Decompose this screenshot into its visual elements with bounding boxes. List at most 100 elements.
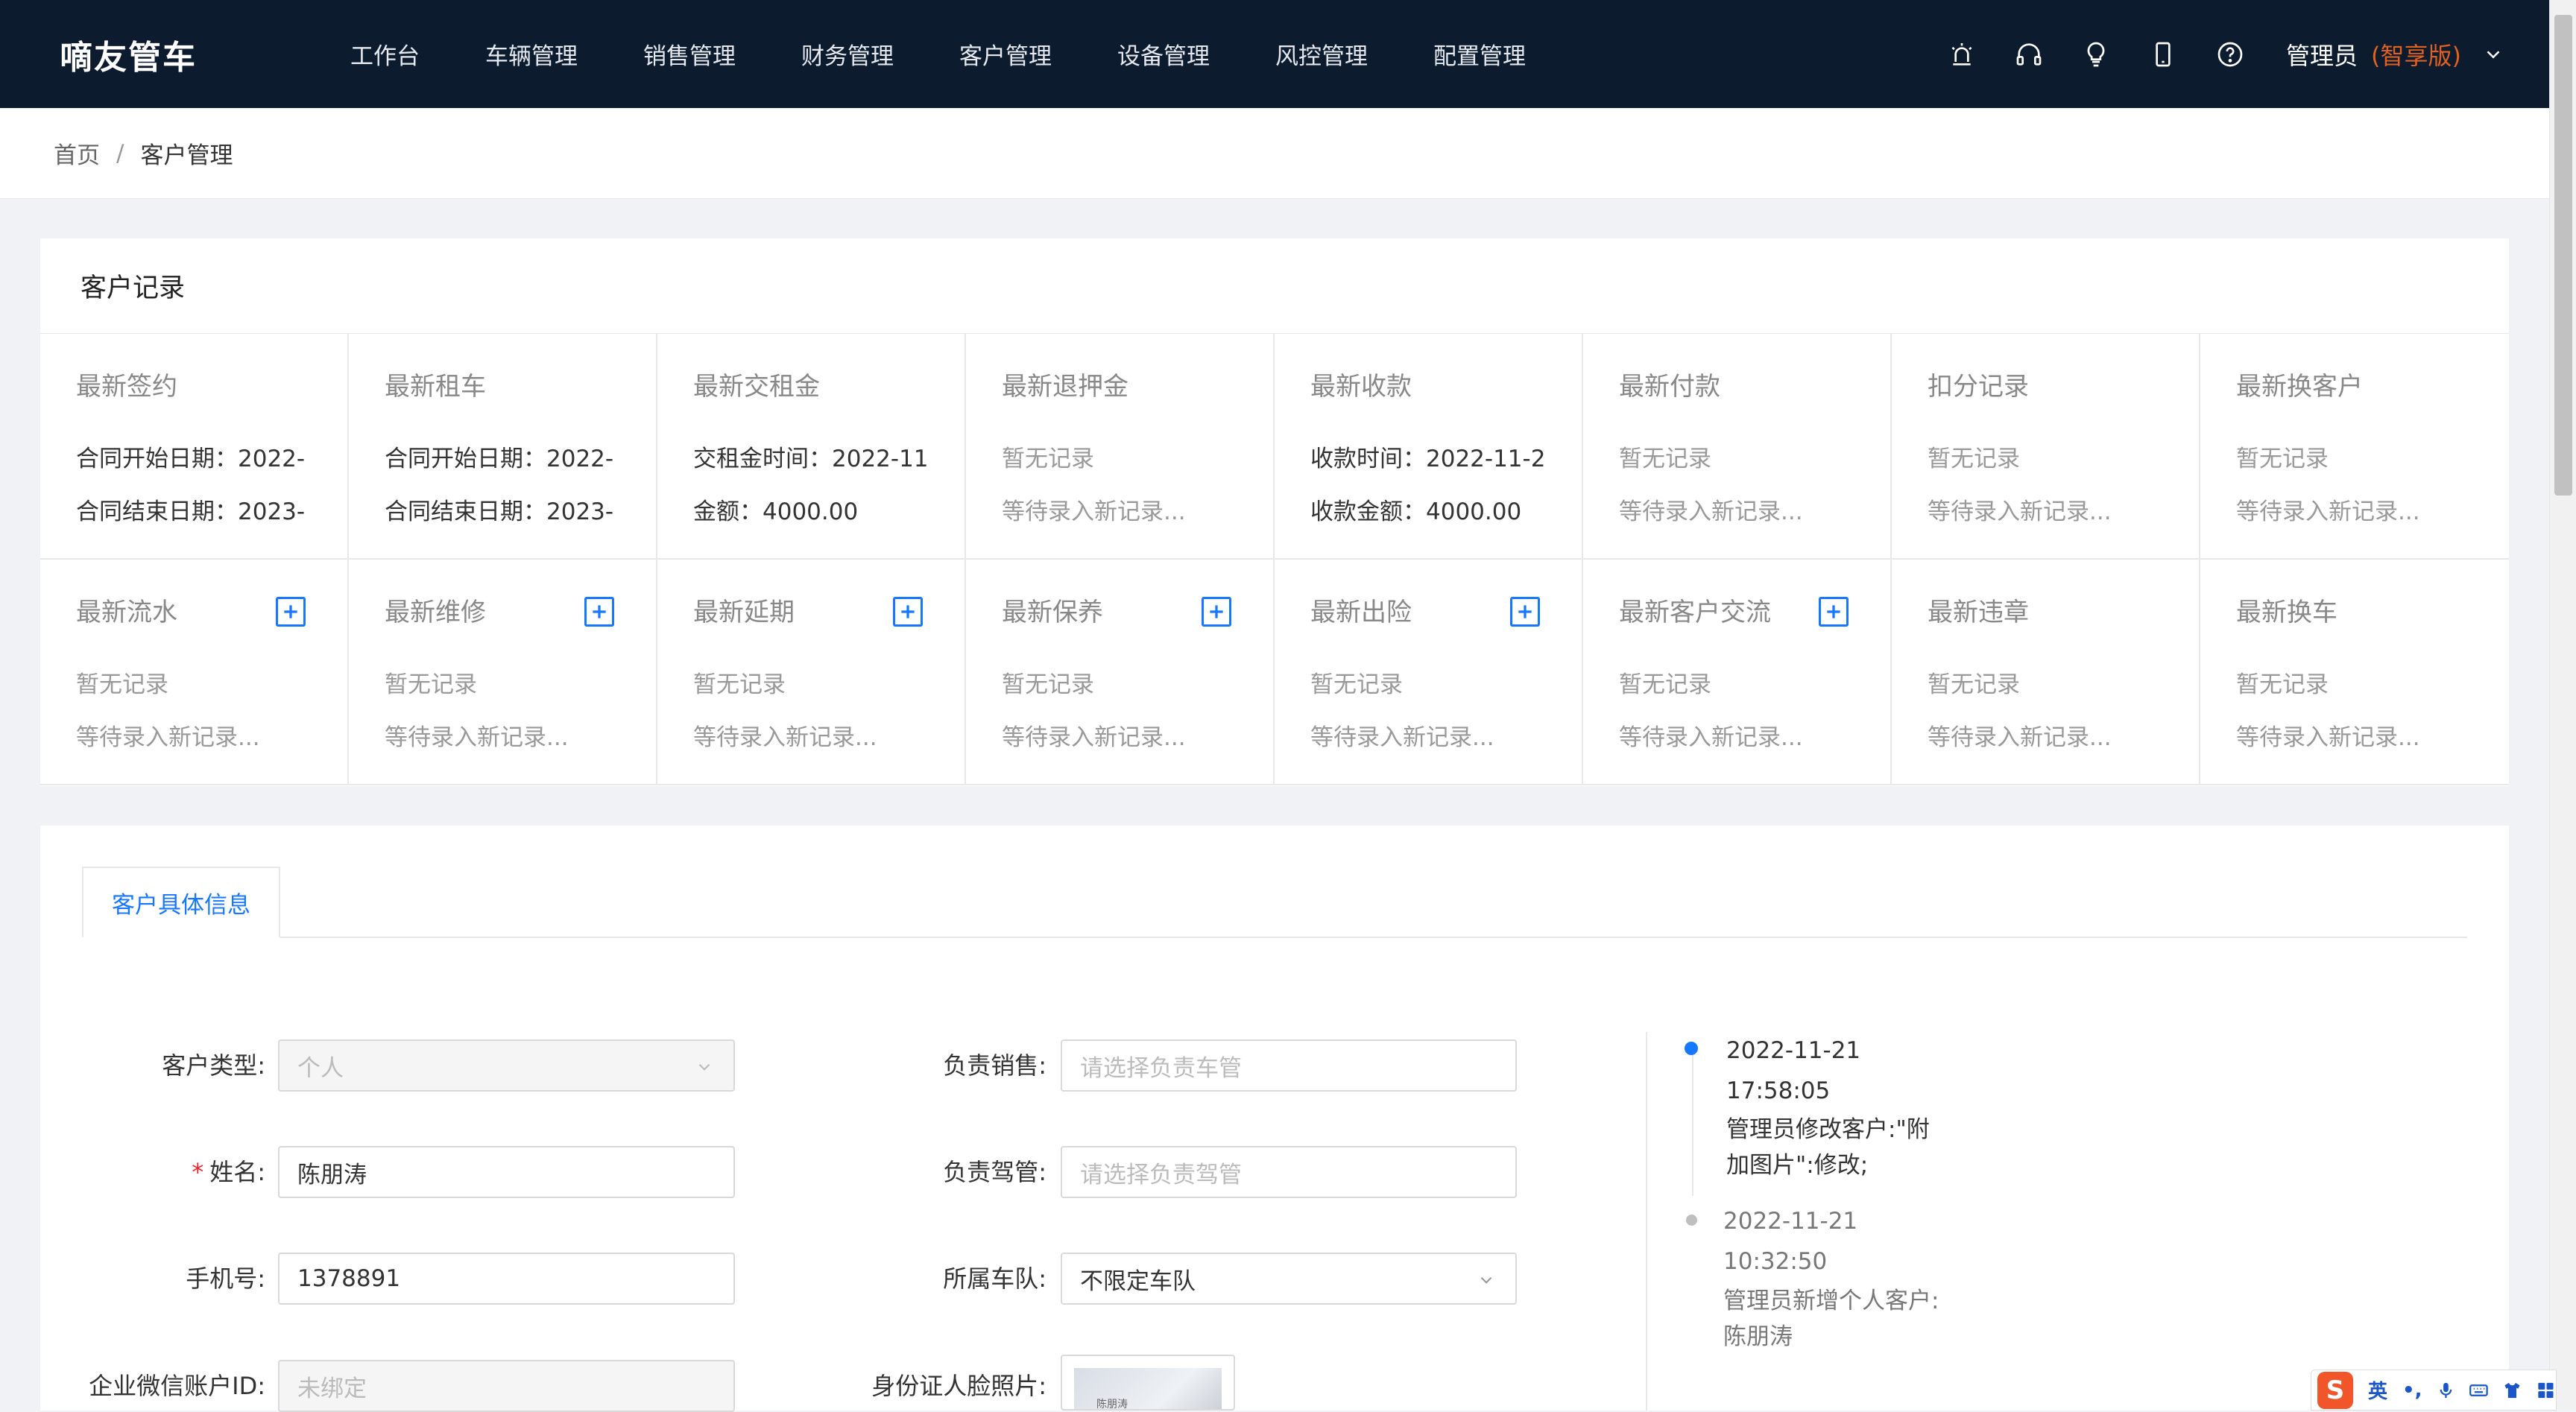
fleet-select[interactable]: 不限定车队 bbox=[1061, 1253, 1517, 1305]
record-cell-line2: 等待录入新记录... bbox=[1619, 498, 1803, 525]
ime-language-toggle[interactable]: 英 bbox=[2368, 1376, 2387, 1404]
plus-icon bbox=[1210, 605, 1223, 618]
id-photo-label: 身份证人脸照片: bbox=[871, 1372, 1046, 1400]
name-value: 陈朋涛 bbox=[297, 1161, 367, 1188]
add-record-button[interactable] bbox=[276, 597, 306, 627]
record-cell-line1: 暂无记录 bbox=[76, 671, 168, 698]
record-cell[interactable]: 最新租车 合同开始日期：2022- 合同结束日期：2023- bbox=[349, 334, 657, 560]
grid-icon[interactable] bbox=[2536, 1380, 2556, 1401]
id-photo-thumbnail[interactable]: 陈朋涛 bbox=[1074, 1368, 1222, 1409]
timeline-desc-1-line2: 加图片":修改; bbox=[1726, 1152, 1869, 1179]
wechat-id-label: 企业微信账户ID: bbox=[89, 1372, 265, 1400]
timeline-date-1: 2022-11-21 bbox=[1726, 1037, 1861, 1064]
record-cell-line2: 等待录入新记录... bbox=[1002, 498, 1186, 525]
add-record-button[interactable] bbox=[584, 597, 614, 627]
driver-manager-placeholder: 请选择负责驾管 bbox=[1080, 1161, 1242, 1188]
record-cell[interactable]: 最新换客户 暂无记录 等待录入新记录... bbox=[2200, 334, 2509, 560]
plus-icon bbox=[1827, 605, 1840, 618]
record-cell[interactable]: 最新交租金 交租金时间：2022-11 金额：4000.00 bbox=[657, 334, 966, 560]
phone-input[interactable]: 1378891 bbox=[278, 1253, 735, 1305]
record-cell[interactable]: 最新客户交流 暂无记录 等待录入新记录... bbox=[1583, 560, 1892, 785]
record-cell-line2: 等待录入新记录... bbox=[1928, 724, 2112, 751]
add-record-button[interactable] bbox=[1202, 597, 1231, 627]
user-edition-badge: (智享版) bbox=[2371, 41, 2461, 70]
breadcrumb-current: 客户管理 bbox=[140, 142, 233, 169]
sales-select[interactable]: 请选择负责车管 bbox=[1061, 1039, 1517, 1092]
main-menu: 工作台 车辆管理 销售管理 财务管理 客户管理 设备管理 风控管理 配置管理 bbox=[350, 0, 1591, 108]
help-icon[interactable] bbox=[2214, 39, 2246, 70]
customer-detail-card: 客户具体信息 bbox=[40, 826, 2509, 1411]
chevron-down-icon[interactable] bbox=[2482, 43, 2504, 66]
timeline-desc-2-line2: 陈朋涛 bbox=[1723, 1323, 1793, 1350]
record-cell-line1: 暂无记录 bbox=[1002, 446, 1094, 472]
record-cell[interactable]: 最新退押金 暂无记录 等待录入新记录... bbox=[966, 334, 1275, 560]
record-cell-title: 最新签约 bbox=[76, 372, 177, 402]
record-cell-line2: 金额：4000.00 bbox=[693, 498, 859, 525]
record-cell[interactable]: 最新付款 暂无记录 等待录入新记录... bbox=[1583, 334, 1892, 560]
menu-item-devices[interactable]: 设备管理 bbox=[1117, 37, 1210, 71]
mobile-icon[interactable] bbox=[2147, 39, 2179, 70]
customer-type-select[interactable]: 个人 bbox=[278, 1039, 735, 1092]
window-scrollbar[interactable] bbox=[2549, 0, 2576, 1411]
headset-icon[interactable] bbox=[2013, 39, 2045, 70]
record-cell-line1: 暂无记录 bbox=[1002, 671, 1094, 698]
menu-item-sales[interactable]: 销售管理 bbox=[643, 37, 736, 71]
record-cell-line1: 暂无记录 bbox=[1928, 671, 2020, 698]
record-cell-title: 最新付款 bbox=[1619, 372, 1720, 402]
record-cell-line1: 暂无记录 bbox=[385, 671, 477, 698]
user-name[interactable]: 管理员 bbox=[2286, 37, 2358, 72]
id-photo-upload[interactable]: 陈朋涛 bbox=[1061, 1355, 1235, 1411]
record-cell-line1: 暂无记录 bbox=[1310, 671, 1403, 698]
tab-customer-info[interactable]: 客户具体信息 bbox=[82, 867, 280, 938]
record-cell[interactable]: 最新收款 收款时间：2022-11-2 收款金额：4000.00 bbox=[1275, 334, 1583, 560]
add-record-button[interactable] bbox=[893, 597, 923, 627]
bulb-icon[interactable] bbox=[2080, 39, 2112, 70]
chevron-down-icon bbox=[698, 1063, 710, 1071]
add-record-button[interactable] bbox=[1510, 597, 1540, 627]
driver-manager-select[interactable]: 请选择负责驾管 bbox=[1061, 1146, 1517, 1198]
timeline-time-2: 10:32:50 bbox=[1723, 1248, 1828, 1275]
record-cell[interactable]: 最新违章 暂无记录 等待录入新记录... bbox=[1892, 560, 2200, 785]
record-cell[interactable]: 最新签约 合同开始日期：2022- 合同结束日期：2023- bbox=[40, 334, 349, 560]
menu-item-customers[interactable]: 客户管理 bbox=[959, 37, 1052, 71]
record-cell[interactable]: 最新保养 暂无记录 等待录入新记录... bbox=[966, 560, 1275, 785]
brand-logo[interactable]: 嘀友管车 bbox=[60, 0, 197, 108]
menu-item-finance[interactable]: 财务管理 bbox=[801, 37, 894, 71]
record-cell-line2: 等待录入新记录... bbox=[693, 724, 877, 751]
record-cell[interactable]: 最新延期 暂无记录 等待录入新记录... bbox=[657, 560, 966, 785]
plus-icon bbox=[1518, 605, 1532, 618]
record-cell[interactable]: 扣分记录 暂无记录 等待录入新记录... bbox=[1892, 334, 2200, 560]
record-cell-line1: 暂无记录 bbox=[2236, 671, 2329, 698]
record-cell-line2: 收款金额：4000.00 bbox=[1310, 498, 1522, 525]
menu-item-workbench[interactable]: 工作台 bbox=[350, 37, 420, 71]
record-cell-line2: 合同结束日期：2023- bbox=[385, 498, 614, 525]
mic-icon[interactable] bbox=[2436, 1380, 2456, 1401]
record-cell-line2: 等待录入新记录... bbox=[1619, 724, 1803, 751]
wechat-id-input[interactable]: 未绑定 bbox=[278, 1360, 735, 1412]
record-cell[interactable]: 最新流水 暂无记录 等待录入新记录... bbox=[40, 560, 349, 785]
record-cell-line1: 暂无记录 bbox=[2236, 446, 2329, 472]
scrollbar-thumb[interactable] bbox=[2554, 15, 2572, 496]
plus-icon bbox=[284, 605, 297, 618]
keyboard-icon[interactable] bbox=[2469, 1380, 2489, 1401]
timeline-dot bbox=[1686, 1215, 1697, 1226]
customer-type-label: 客户类型: bbox=[162, 1051, 265, 1080]
record-cell[interactable]: 最新出险 暂无记录 等待录入新记录... bbox=[1275, 560, 1583, 785]
name-input[interactable]: 陈朋涛 bbox=[278, 1146, 735, 1198]
timeline-desc-1: 管理员修改客户:"附 加图片":修改; bbox=[1726, 1112, 1930, 1183]
menu-item-config[interactable]: 配置管理 bbox=[1433, 37, 1526, 71]
ime-punctuation-toggle[interactable]: •, bbox=[2402, 1379, 2422, 1402]
shirt-icon[interactable] bbox=[2502, 1380, 2522, 1401]
alarm-icon[interactable] bbox=[1946, 39, 1977, 70]
add-record-button[interactable] bbox=[1819, 597, 1849, 627]
menu-item-vehicles[interactable]: 车辆管理 bbox=[485, 37, 578, 71]
record-cell[interactable]: 最新维修 暂无记录 等待录入新记录... bbox=[349, 560, 657, 785]
nav-right: 管理员 (智享版) bbox=[1946, 0, 2504, 108]
customer-records-card: 客户记录 最新签约 合同开始日期：2022- 合同结束日期：2023- 最新租车 合同开… bbox=[40, 238, 2509, 786]
record-cell[interactable]: 最新换车 暂无记录 等待录入新记录... bbox=[2200, 560, 2509, 785]
menu-item-risk[interactable]: 风控管理 bbox=[1275, 37, 1368, 71]
breadcrumb-home[interactable]: 首页 bbox=[54, 136, 100, 170]
record-cell-line2: 等待录入新记录... bbox=[76, 724, 260, 751]
ime-logo[interactable]: S bbox=[2317, 1371, 2353, 1409]
timeline-desc-2: 管理员新增个人客户: 陈朋涛 bbox=[1723, 1283, 1939, 1355]
